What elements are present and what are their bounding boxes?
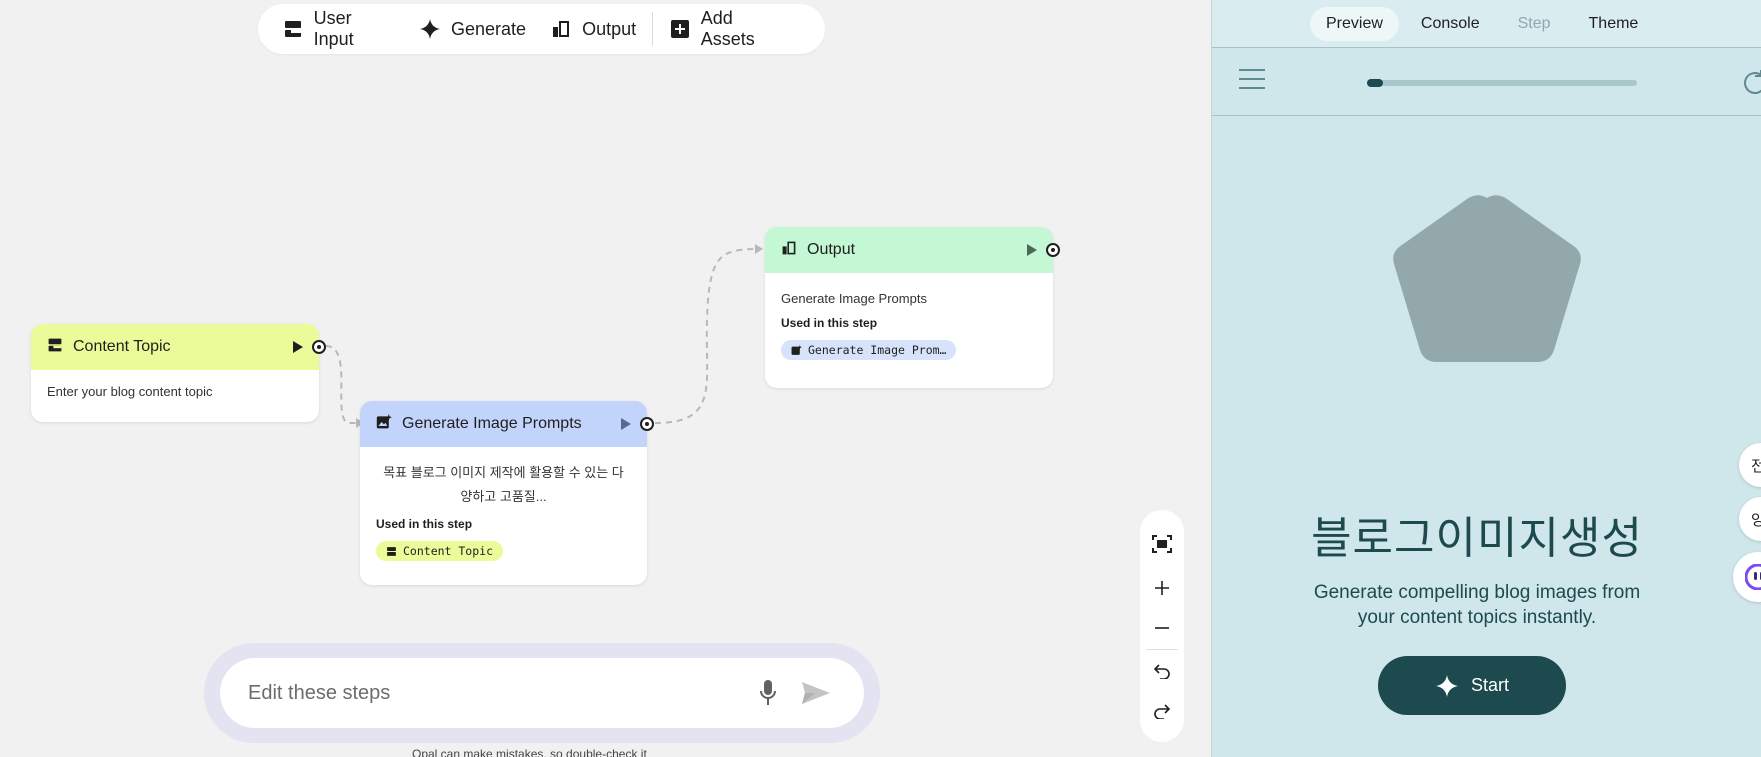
add-assets-label: Add Assets bbox=[700, 8, 755, 49]
used-in-step-label: Used in this step bbox=[781, 316, 878, 330]
node-output[interactable]: Output Generate Image Prompts Used in th… bbox=[765, 227, 1060, 388]
used-in-step-label: Used in this step bbox=[376, 517, 473, 531]
flow-canvas[interactable]: User Input Generate Output Add Assets Co… bbox=[0, 0, 1211, 757]
output-button[interactable]: Output bbox=[538, 4, 648, 54]
node-description: Enter your blog content topic bbox=[47, 384, 213, 399]
undo-icon bbox=[1153, 664, 1170, 679]
disclaimer-text: Opal can make mistakes, so double-check … bbox=[412, 747, 647, 757]
node-body: Generate Image Prompts Used in this step… bbox=[765, 273, 1053, 374]
fit-view-icon bbox=[1152, 535, 1172, 553]
send-button[interactable] bbox=[796, 673, 836, 713]
toolbar-divider bbox=[652, 12, 654, 46]
zoom-in-button[interactable] bbox=[1140, 568, 1184, 608]
node-description: 목표 블로그 이미지 제작에 활용할 수 있는 다양하고 고품질... bbox=[383, 465, 624, 504]
assistant-face-icon bbox=[1745, 564, 1761, 590]
node-content-topic[interactable]: Content Topic Enter your blog content to… bbox=[31, 324, 326, 422]
pentagon-icon bbox=[1393, 195, 1581, 362]
add-assets-button[interactable]: Add Assets bbox=[657, 4, 801, 54]
asset-chip[interactable]: Content Topic bbox=[376, 541, 504, 561]
edit-steps-box bbox=[220, 658, 864, 728]
add-box-icon bbox=[669, 18, 691, 40]
asset-chip[interactable]: Generate Image Prom… bbox=[781, 340, 957, 360]
zoom-controls bbox=[1140, 510, 1184, 742]
tab-preview[interactable]: Preview bbox=[1310, 6, 1399, 41]
sparkle-icon bbox=[1435, 674, 1458, 697]
output-label: Output bbox=[582, 18, 637, 39]
microphone-icon bbox=[760, 680, 776, 705]
minus-icon bbox=[1155, 627, 1169, 629]
top-toolbar: User Input Generate Output Add Assets bbox=[258, 4, 825, 54]
output-port[interactable] bbox=[640, 417, 654, 431]
play-icon[interactable] bbox=[291, 340, 305, 354]
edit-steps-container bbox=[204, 643, 880, 743]
chip-label: Generate Image Prom… bbox=[808, 343, 947, 357]
app-bar bbox=[1212, 48, 1761, 116]
tab-console[interactable]: Console bbox=[1405, 7, 1496, 41]
progress-indicator bbox=[1367, 79, 1384, 87]
preview-panel: Preview Console Step Theme 블로그이미지생성 Gene… bbox=[1211, 0, 1761, 757]
zoom-divider bbox=[1146, 649, 1178, 650]
menu-icon[interactable] bbox=[1238, 68, 1266, 95]
node-body: Enter your blog content topic bbox=[31, 370, 319, 413]
zoom-out-button[interactable] bbox=[1140, 608, 1184, 648]
edge-topic-to-generate bbox=[325, 345, 356, 424]
redo-button[interactable] bbox=[1140, 691, 1184, 731]
node-body: 목표 블로그 이미지 제작에 활용할 수 있는 다양하고 고품질... Used… bbox=[360, 447, 647, 575]
panel-tabs: Preview Console Step Theme bbox=[1212, 0, 1761, 48]
plus-icon bbox=[1155, 581, 1169, 595]
tab-theme[interactable]: Theme bbox=[1573, 7, 1655, 41]
image-sparkle-icon bbox=[791, 344, 802, 355]
node-header[interactable]: Output bbox=[765, 227, 1053, 273]
node-title: Content Topic bbox=[73, 338, 171, 355]
progress-bar bbox=[1367, 79, 1637, 87]
sparkle-icon bbox=[419, 18, 441, 40]
node-generate-image-prompts[interactable]: Generate Image Prompts 목표 블로그 이미지 제작에 활용… bbox=[360, 401, 654, 585]
output-icon bbox=[781, 240, 797, 261]
app-title: 블로그이미지생성 bbox=[1311, 513, 1643, 564]
user-input-icon bbox=[282, 18, 304, 40]
user-input-icon bbox=[387, 546, 396, 556]
start-button[interactable]: Start bbox=[1378, 656, 1566, 715]
app-hero-image bbox=[1212, 190, 1761, 380]
output-port[interactable] bbox=[1046, 243, 1060, 257]
edge-generate-to-output bbox=[654, 248, 756, 424]
user-input-button[interactable]: User Input bbox=[282, 4, 407, 54]
app-subtitle: Generate compelling blog images from you… bbox=[1313, 582, 1641, 628]
play-icon[interactable] bbox=[619, 417, 633, 431]
redo-icon bbox=[1154, 704, 1171, 719]
node-header[interactable]: Generate Image Prompts bbox=[360, 401, 647, 447]
fit-view-button[interactable] bbox=[1140, 524, 1184, 564]
generate-button[interactable]: Generate bbox=[407, 4, 538, 54]
node-title: Generate Image Prompts bbox=[402, 415, 582, 432]
chip-label: Content Topic bbox=[403, 544, 494, 558]
edit-steps-input[interactable] bbox=[248, 681, 740, 705]
edge-arrow bbox=[755, 244, 763, 254]
user-input-label: User Input bbox=[313, 8, 354, 49]
user-input-icon bbox=[47, 337, 63, 358]
microphone-button[interactable] bbox=[748, 673, 788, 713]
generate-label: Generate bbox=[451, 18, 527, 39]
output-icon bbox=[550, 18, 572, 40]
side-floating-button[interactable]: 전 bbox=[1739, 443, 1761, 487]
send-icon bbox=[802, 682, 830, 704]
node-description: Generate Image Prompts bbox=[781, 291, 927, 306]
side-floating-button[interactable]: 잉 bbox=[1739, 497, 1761, 541]
undo-button[interactable] bbox=[1140, 651, 1184, 691]
node-title: Output bbox=[807, 241, 856, 258]
play-icon[interactable] bbox=[1025, 243, 1039, 257]
tab-step[interactable]: Step bbox=[1502, 7, 1567, 41]
start-label: Start bbox=[1470, 675, 1509, 695]
image-sparkle-icon bbox=[376, 413, 392, 435]
refresh-icon[interactable] bbox=[1741, 68, 1761, 103]
node-header[interactable]: Content Topic bbox=[31, 324, 319, 370]
output-port[interactable] bbox=[312, 340, 326, 354]
